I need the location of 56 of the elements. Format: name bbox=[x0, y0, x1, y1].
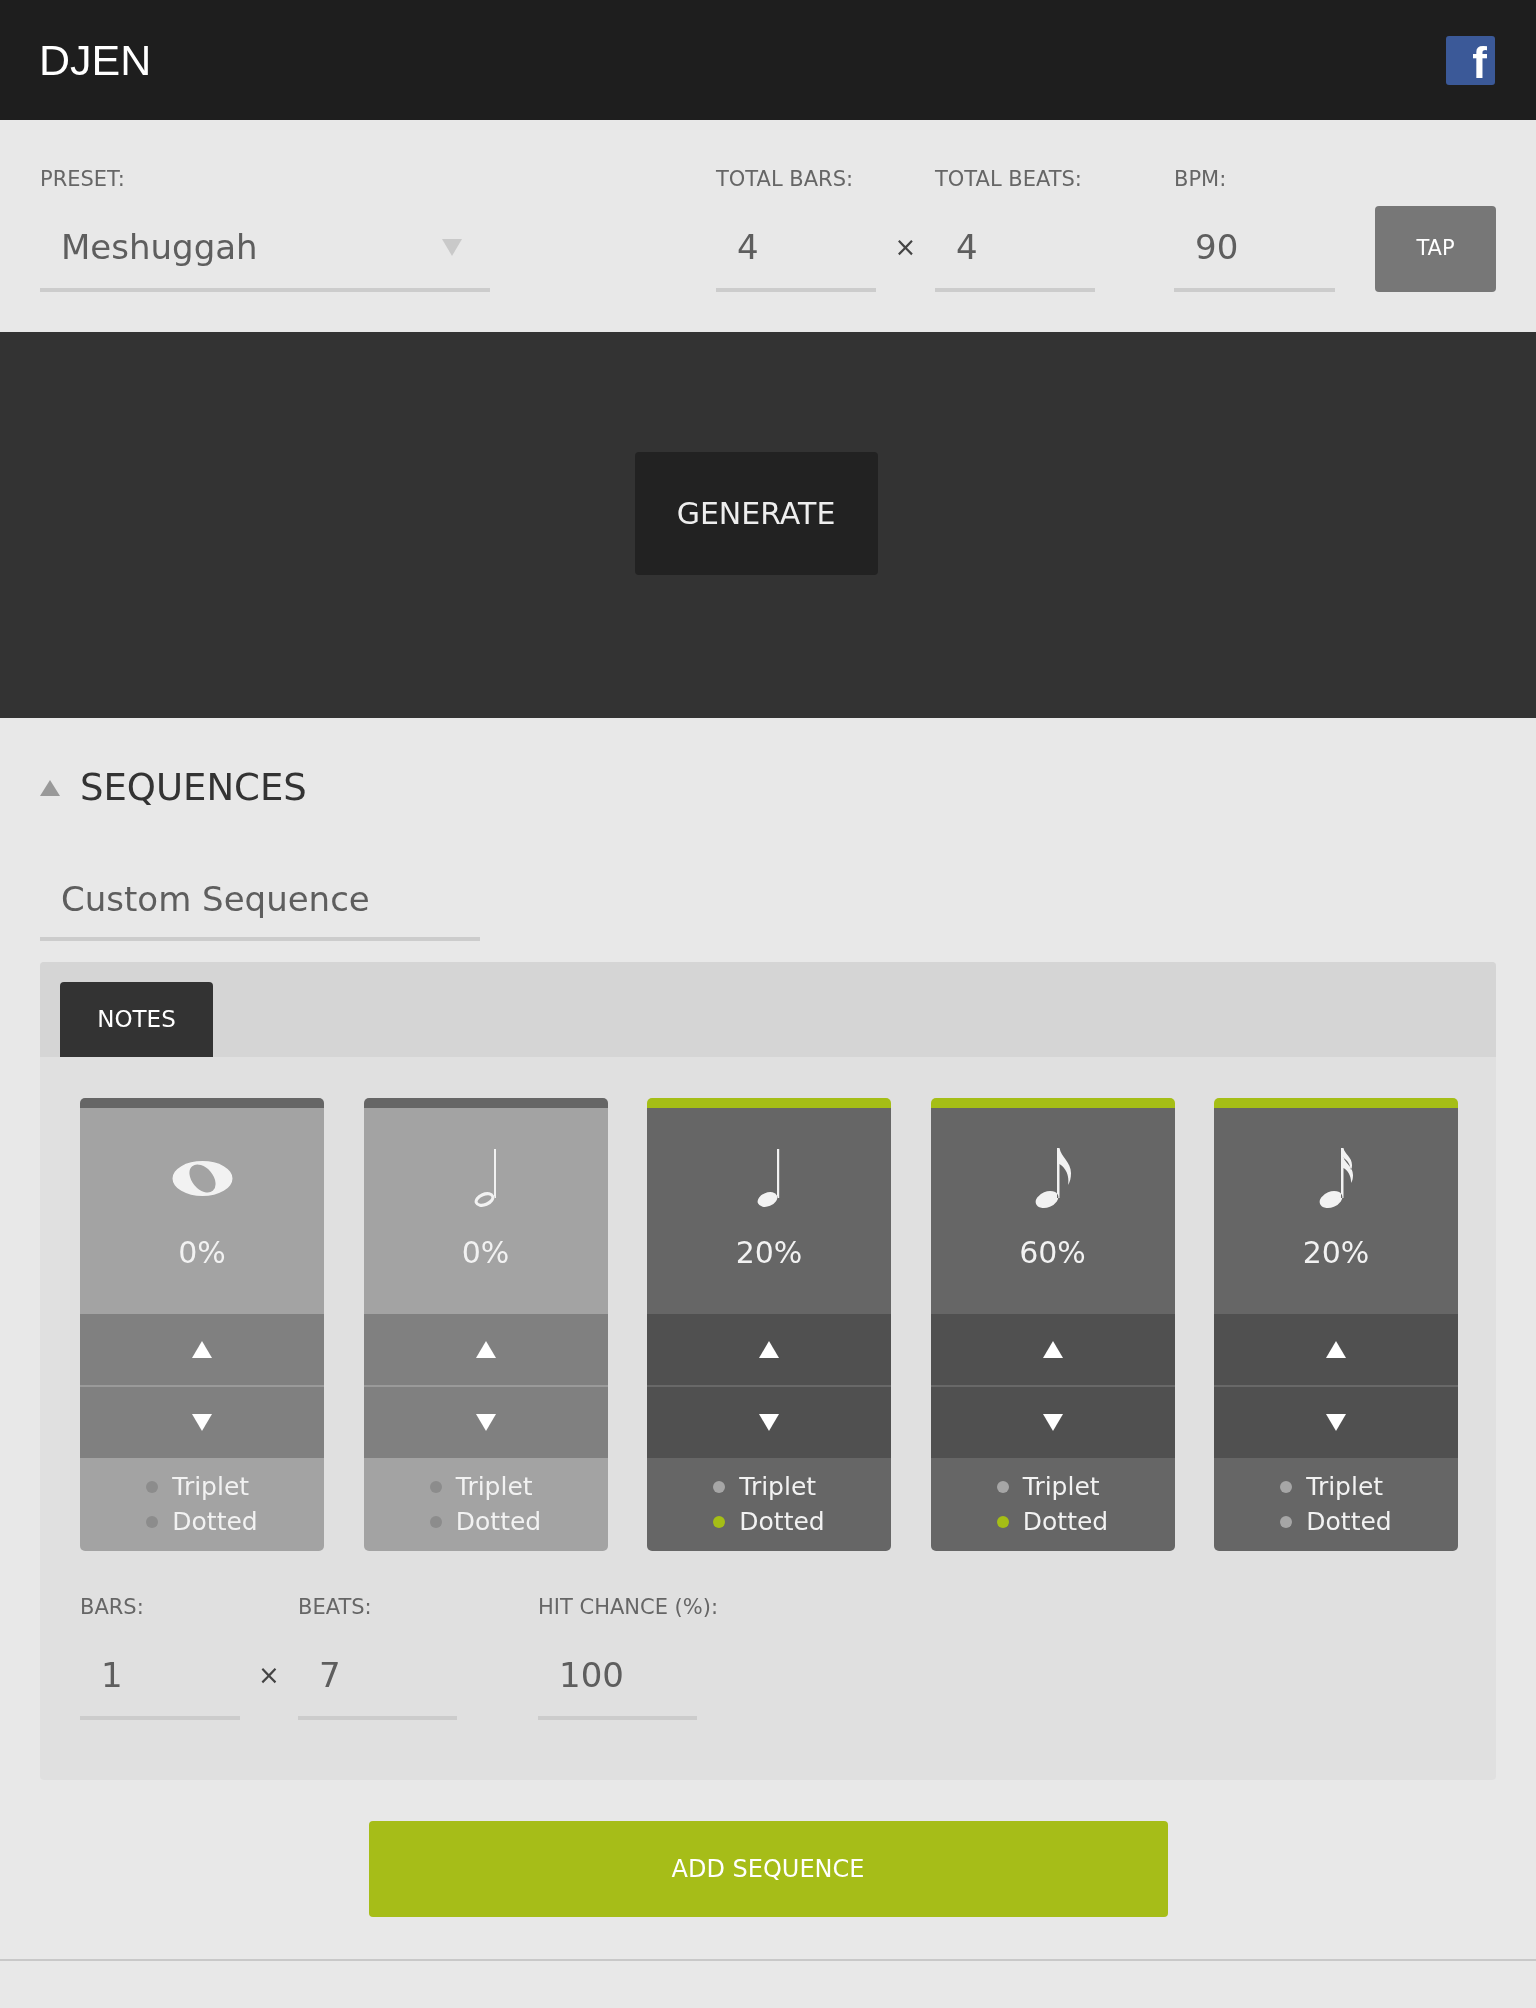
up-triangle-icon bbox=[475, 1341, 496, 1358]
down-triangle-icon bbox=[192, 1414, 212, 1431]
decrease-button[interactable] bbox=[80, 1387, 324, 1458]
app-title: DJEN bbox=[39, 38, 152, 82]
dropdown-caret-icon bbox=[442, 238, 462, 256]
bars-input[interactable]: 1 bbox=[80, 1634, 240, 1720]
increase-button[interactable] bbox=[1214, 1314, 1458, 1385]
beats-input[interactable]: 7 bbox=[298, 1634, 457, 1720]
down-triangle-icon bbox=[759, 1414, 779, 1431]
decrease-button[interactable] bbox=[930, 1387, 1175, 1458]
share-link[interactable]: f bbox=[1446, 35, 1495, 85]
note-percentage: 20% bbox=[735, 1235, 803, 1271]
notes-tab[interactable]: NOTES bbox=[60, 982, 213, 1057]
increase-button[interactable] bbox=[363, 1314, 608, 1385]
field-label: TOTAL BARS: bbox=[716, 167, 855, 191]
option-toggle[interactable]: Dotted bbox=[1280, 1504, 1392, 1539]
total-beats-input[interactable]: 4 bbox=[935, 206, 1095, 292]
field-label: BARS: bbox=[80, 1595, 145, 1619]
generate-button[interactable]: GENERATE bbox=[634, 452, 878, 575]
down-triangle-icon bbox=[475, 1414, 496, 1431]
sequence-name-input[interactable]: Custom Sequence bbox=[40, 861, 480, 941]
up-triangle-icon bbox=[1326, 1341, 1346, 1358]
down-triangle-icon bbox=[1326, 1414, 1346, 1431]
times-sign: × bbox=[258, 1662, 280, 1688]
field-label: BEATS: bbox=[298, 1595, 373, 1619]
field-label: BPM: bbox=[1174, 167, 1228, 191]
up-triangle-icon bbox=[759, 1341, 779, 1358]
hit-chance-input[interactable]: 100 bbox=[538, 1634, 697, 1720]
down-triangle-icon bbox=[1042, 1414, 1063, 1431]
times-sign: × bbox=[894, 234, 917, 260]
field-label: PRESET: bbox=[40, 167, 126, 191]
bpm-input[interactable]: 90 bbox=[1174, 206, 1335, 292]
option-toggle[interactable]: Dotted bbox=[996, 1504, 1109, 1539]
up-triangle-icon bbox=[1042, 1341, 1063, 1358]
note-percentage: 0% bbox=[178, 1235, 226, 1271]
total-bars-input[interactable]: 4 bbox=[716, 206, 876, 292]
option-toggle[interactable]: Triplet bbox=[713, 1469, 825, 1504]
note-percentage: 20% bbox=[1302, 1235, 1370, 1271]
preset-select[interactable]: Meshuggah bbox=[40, 206, 490, 292]
note-percentage: 0% bbox=[461, 1235, 510, 1271]
collapse-caret-icon[interactable] bbox=[40, 780, 60, 796]
tap-button[interactable]: TAP bbox=[1375, 206, 1496, 292]
decrease-button[interactable] bbox=[363, 1387, 608, 1458]
note-percentage: 60% bbox=[1019, 1235, 1086, 1271]
increase-button[interactable] bbox=[930, 1314, 1175, 1385]
decrease-button[interactable] bbox=[647, 1387, 891, 1458]
option-toggle[interactable]: Dotted bbox=[713, 1504, 825, 1539]
option-toggle[interactable]: Triplet bbox=[996, 1469, 1109, 1504]
field-label: TOTAL BEATS: bbox=[935, 167, 1083, 191]
increase-button[interactable] bbox=[647, 1314, 891, 1385]
field-label: HIT CHANCE (%): bbox=[538, 1595, 719, 1619]
increase-button[interactable] bbox=[80, 1314, 324, 1385]
decrease-button[interactable] bbox=[1214, 1387, 1458, 1458]
up-triangle-icon bbox=[192, 1341, 212, 1358]
section-title: SEQUENCES bbox=[80, 765, 307, 811]
option-toggle[interactable]: Triplet bbox=[1280, 1469, 1392, 1504]
